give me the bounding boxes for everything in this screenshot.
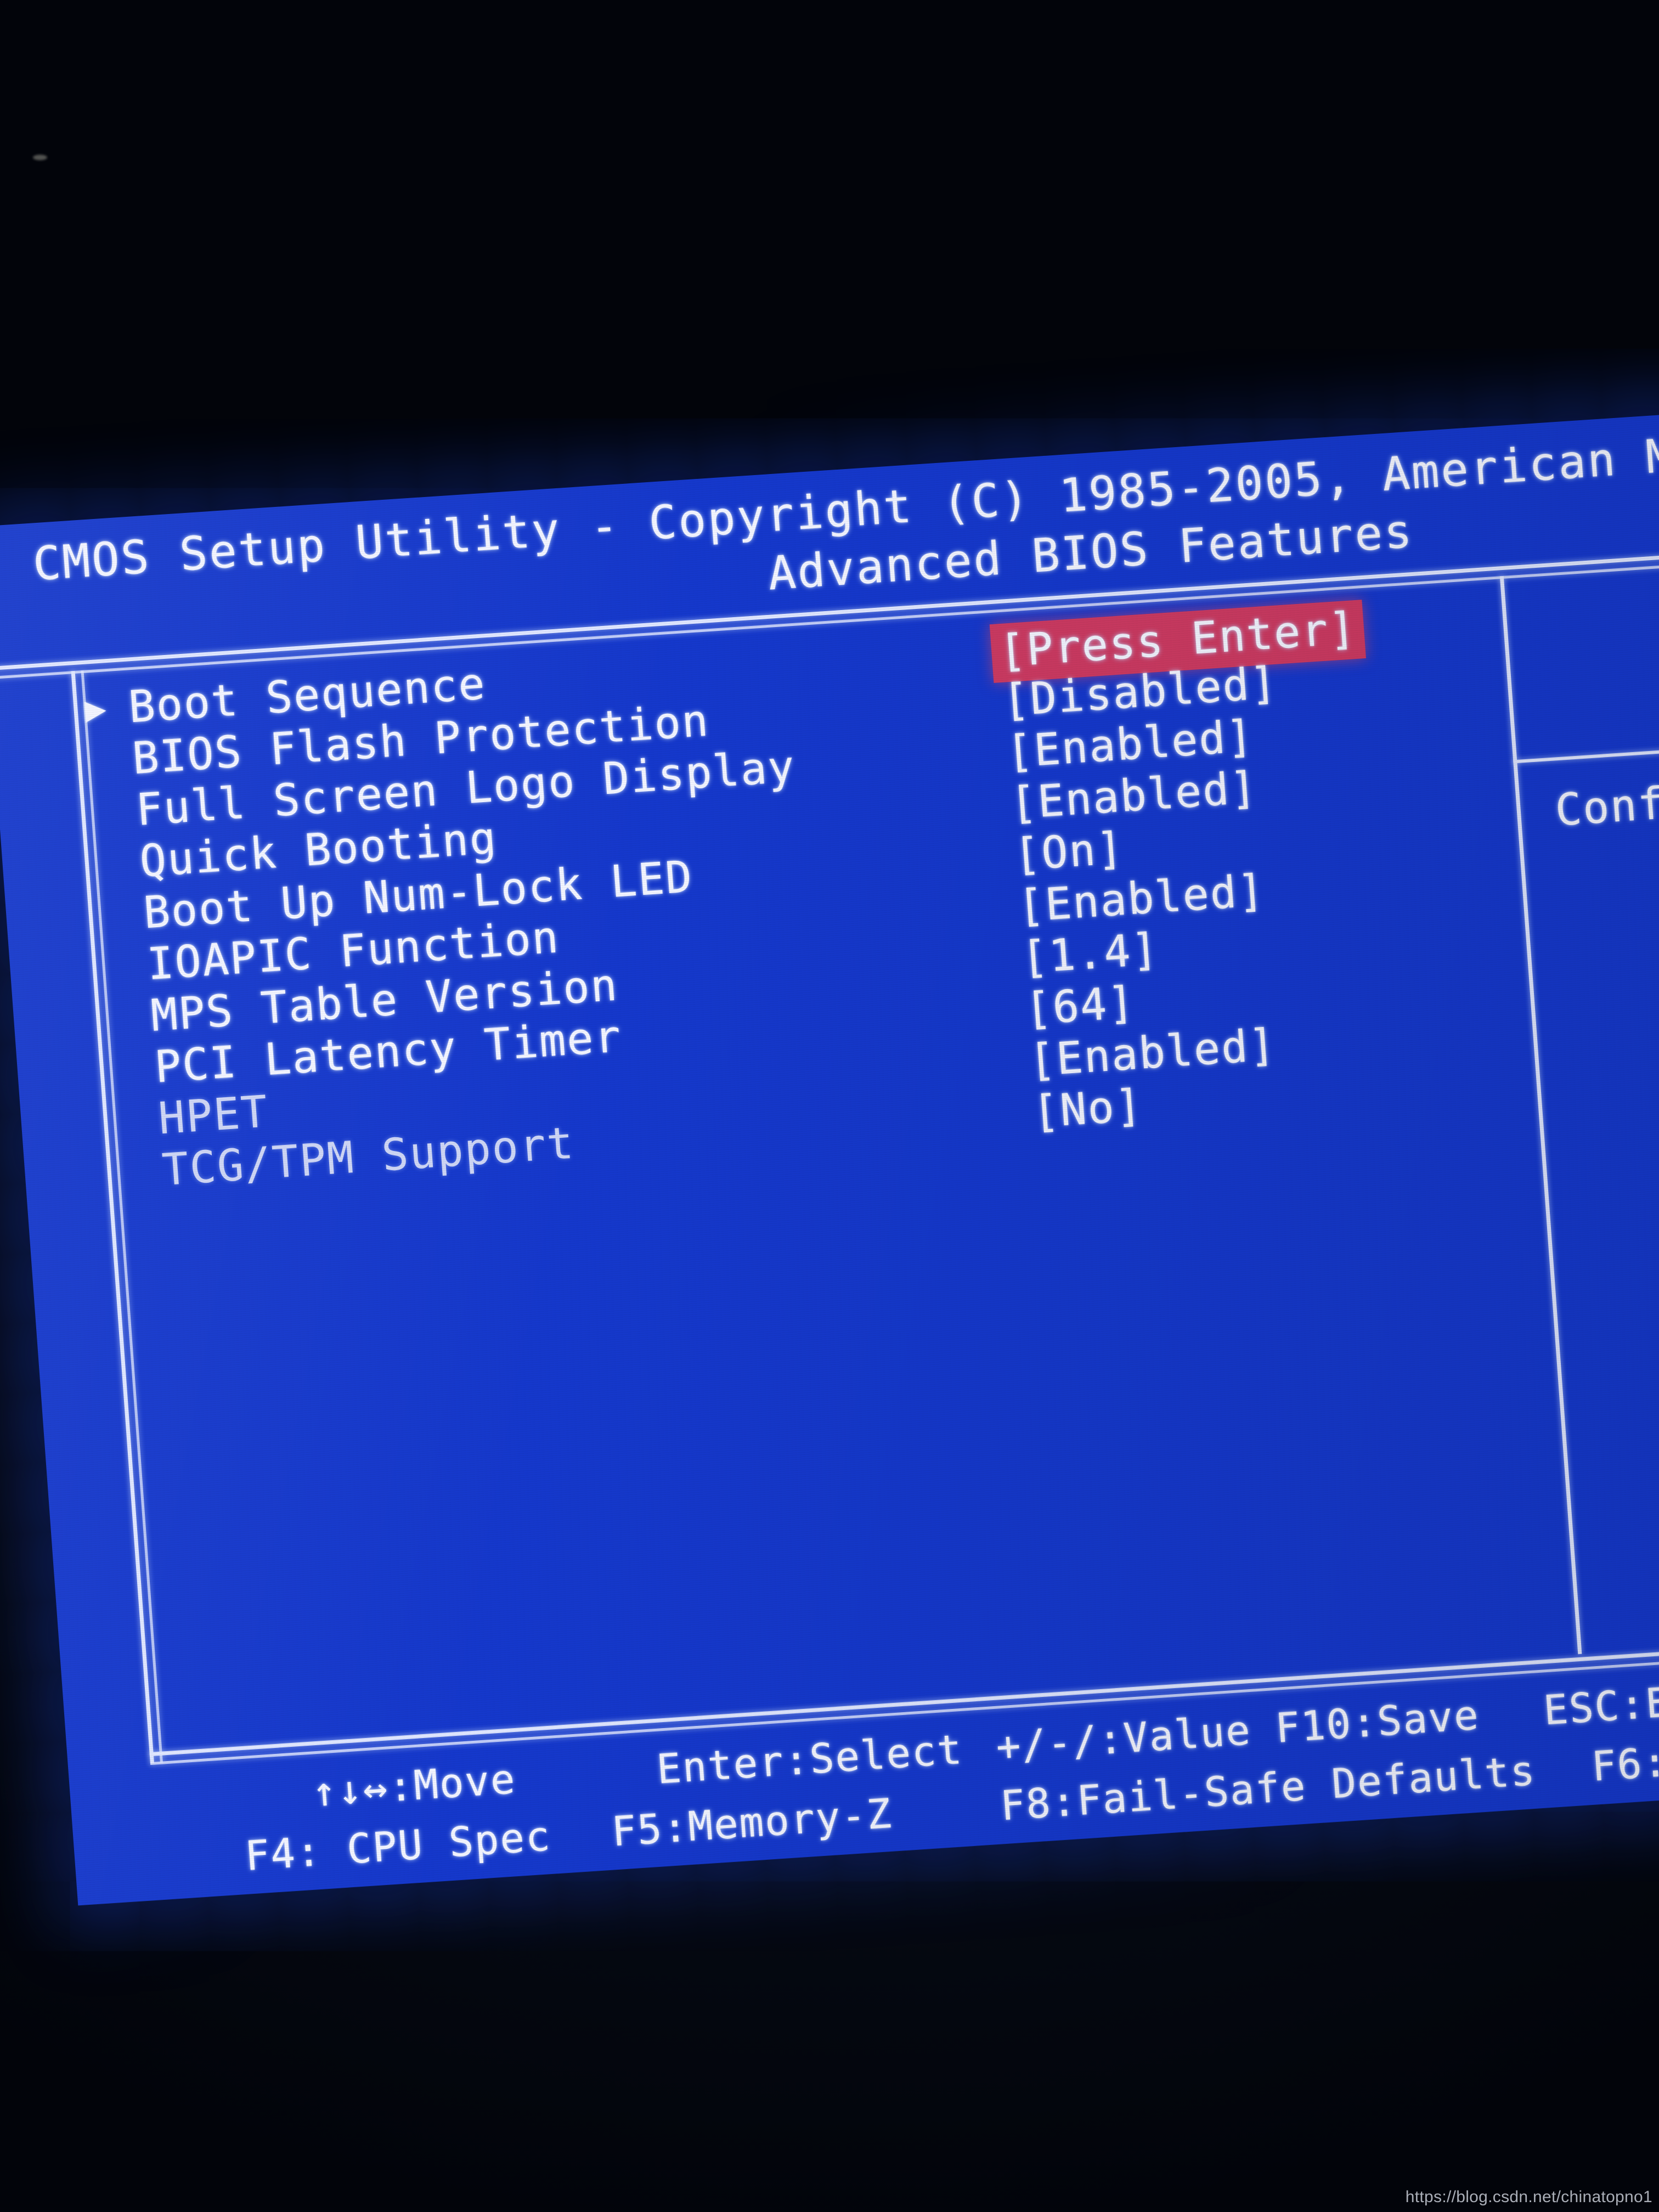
frame-vertical-divider — [1499, 575, 1582, 1655]
help-key-hint: F10:Save — [1273, 1691, 1481, 1752]
info-panel-title: Config — [1553, 774, 1659, 836]
help-key-hint: Enter:Select — [655, 1726, 964, 1793]
submenu-arrow-icon: ▶ — [83, 688, 108, 730]
help-key-hint: ESC:Exit — [1542, 1674, 1659, 1735]
setting-value[interactable]: [On] — [1012, 822, 1126, 881]
bios-settings-list: ▶ Boot Sequence [Press Enter] BIOS Flash Pr… — [0, 590, 1538, 1205]
watermark: https://blog.csdn.net/chinatopno1 — [1405, 2188, 1652, 2206]
bios-screen: CMOS Setup Utility - Copyright (C) 1985-… — [0, 411, 1659, 1906]
light-speck — [33, 155, 47, 160]
setting-label: HPET — [156, 1086, 270, 1144]
setting-value[interactable]: [No] — [1031, 1080, 1144, 1138]
setting-value[interactable]: [1.4] — [1020, 923, 1161, 983]
help-key-hint: ↑↓↔:Move — [310, 1756, 518, 1816]
help-key-hint: +/-/:Value — [994, 1707, 1253, 1771]
frame-panel-split — [1513, 744, 1659, 764]
monitor-screen: CMOS Setup Utility - Copyright (C) 1985-… — [0, 411, 1659, 1906]
setting-value[interactable]: [64] — [1023, 977, 1137, 1035]
